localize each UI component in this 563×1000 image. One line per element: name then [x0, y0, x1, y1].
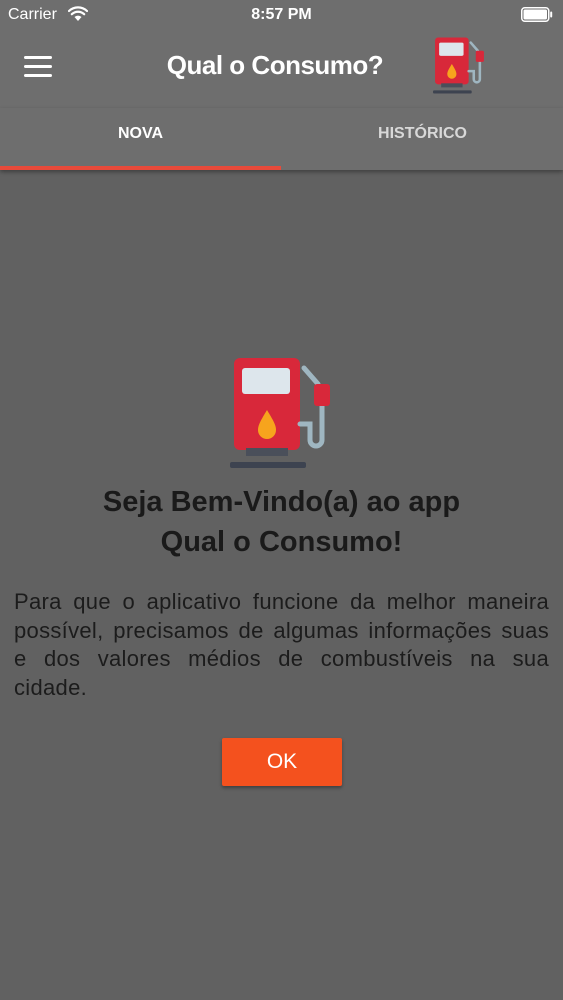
status-bar: Carrier 8:57 PM — [0, 0, 563, 30]
app-header: Qual o Consumo? — [0, 30, 563, 108]
welcome-title-line-1: Seja Bem-Vindo(a) ao app — [102, 486, 461, 518]
tab-nova[interactable]: NOVA — [0, 108, 281, 166]
welcome-title-line-2: Qual o Consumo! — [160, 526, 403, 558]
tab-historico[interactable]: HISTÓRICO — [282, 108, 563, 166]
status-time: 8:57 PM — [251, 6, 312, 23]
hamburger-menu-icon[interactable] — [24, 56, 52, 78]
fuel-pump-icon — [230, 358, 330, 468]
app-title: Qual o Consumo? — [166, 50, 384, 80]
welcome-title: Seja Bem-Vindo(a) ao app Qual o Consumo! — [20, 482, 543, 562]
battery-icon — [521, 7, 553, 22]
ok-button[interactable]: OK — [222, 738, 342, 786]
welcome-panel: Seja Bem-Vindo(a) ao app Qual o Consumo!… — [0, 170, 563, 1000]
fuel-pump-icon — [433, 37, 484, 94]
welcome-description: Para que o aplicativo funcione da melhor… — [14, 589, 549, 700]
tab-bar: NOVA HISTÓRICO — [0, 108, 563, 170]
